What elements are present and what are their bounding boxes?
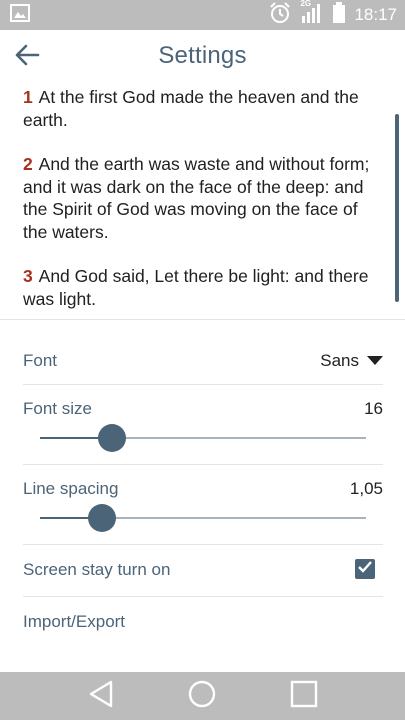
font-dropdown[interactable]: Sans bbox=[320, 351, 383, 371]
verse-number: 1 bbox=[23, 87, 33, 107]
alarm-icon bbox=[268, 1, 292, 29]
network-type-label: 2G bbox=[300, 0, 312, 8]
nav-recents-button[interactable] bbox=[284, 676, 324, 716]
arrow-left-icon bbox=[14, 44, 40, 71]
line-spacing-slider[interactable] bbox=[40, 503, 366, 533]
import-export-label: Import/Export bbox=[23, 612, 126, 631]
verse-number: 3 bbox=[23, 266, 33, 286]
scrollbar-thumb[interactable] bbox=[395, 114, 399, 302]
verse: 1 At the first God made the heaven and t… bbox=[23, 86, 383, 131]
nav-home-button[interactable] bbox=[182, 676, 222, 716]
status-time: 18:17 bbox=[354, 5, 397, 24]
text-preview[interactable]: 1 At the first God made the heaven and t… bbox=[0, 82, 405, 320]
font-size-row: Font size 16 bbox=[23, 385, 383, 465]
font-label: Font bbox=[23, 351, 58, 370]
verse: 2 And the earth was waste and without fo… bbox=[23, 153, 383, 243]
import-export-row[interactable]: Import/Export bbox=[23, 597, 383, 649]
signal-icon: 2G bbox=[300, 0, 324, 29]
font-value: Sans bbox=[320, 351, 359, 370]
verse: 3 And God said, Let there be light: and … bbox=[23, 265, 383, 310]
navigation-bar bbox=[0, 672, 405, 720]
home-circle-icon bbox=[187, 679, 217, 714]
verse-text: And the earth was waste and without form… bbox=[23, 154, 370, 242]
verse-number: 2 bbox=[23, 154, 33, 174]
recents-square-icon bbox=[290, 680, 318, 713]
font-size-slider[interactable] bbox=[40, 423, 366, 453]
font-size-value: 16 bbox=[364, 399, 383, 418]
status-bar: 2G 18:17 bbox=[0, 0, 405, 30]
screen-stay-label: Screen stay turn on bbox=[23, 560, 171, 579]
screen-stay-checkbox[interactable] bbox=[355, 559, 375, 579]
page-title: Settings bbox=[158, 42, 247, 69]
battery-icon bbox=[332, 1, 346, 29]
preview-content: 1 At the first God made the heaven and t… bbox=[0, 82, 405, 310]
font-row[interactable]: Font Sans bbox=[23, 321, 383, 385]
slider-thumb[interactable] bbox=[87, 504, 116, 532]
font-size-label: Font size bbox=[23, 399, 92, 418]
slider-thumb[interactable] bbox=[97, 424, 126, 452]
app-bar: Settings bbox=[0, 30, 405, 82]
checkmark-icon bbox=[357, 560, 373, 579]
nav-back-button[interactable] bbox=[81, 676, 121, 716]
settings-list: Font Sans Font size 16 Line spacing 1,05… bbox=[0, 321, 405, 649]
line-spacing-label: Line spacing bbox=[23, 479, 119, 498]
line-spacing-value: 1,05 bbox=[349, 479, 383, 498]
screen-stay-row[interactable]: Screen stay turn on bbox=[23, 545, 383, 597]
back-button[interactable] bbox=[12, 42, 42, 72]
line-spacing-row: Line spacing 1,05 bbox=[23, 465, 383, 545]
verse-text: And God said, Let there be light: and th… bbox=[23, 266, 369, 309]
verse-text: At the first God made the heaven and the… bbox=[23, 87, 359, 130]
back-triangle-icon bbox=[88, 680, 114, 713]
caret-down-icon bbox=[367, 351, 383, 371]
gallery-icon bbox=[10, 3, 30, 27]
